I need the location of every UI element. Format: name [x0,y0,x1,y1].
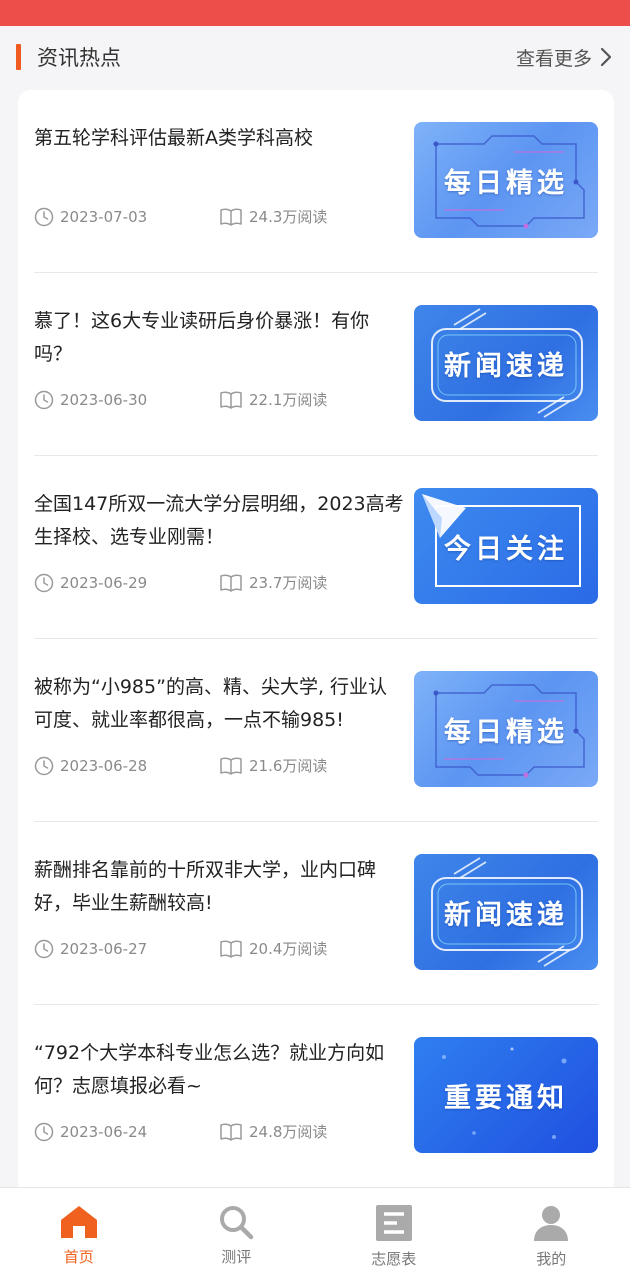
clock-icon [34,390,54,409]
book-icon [220,940,242,958]
tab-label: 我的 [536,1250,567,1268]
clock-icon [34,207,54,226]
news-date-wrap: 2023-06-28 [34,756,219,776]
news-reads-wrap: 24.8万阅读 [219,1121,327,1142]
news-reads: 22.1万阅读 [249,391,328,409]
news-date-wrap: 2023-06-27 [34,939,219,959]
news-title: 被称为“小985”的高、精、尖大学, 行业认可度、就业率都很高，一点不输985! [34,676,388,731]
bottom-tab-bar: 首页 测评 志愿表 我的 [0,1187,630,1280]
news-reads: 23.7万阅读 [249,574,328,592]
tab-user[interactable]: 我的 [473,1188,630,1280]
book-icon [220,208,242,226]
thumbnail-text: 今日关注 [444,533,568,565]
news-item[interactable]: 被称为“小985”的高、精、尖大学, 行业认可度、就业率都很高，一点不输985!… [34,639,598,822]
news-date-wrap: 2023-06-29 [34,573,219,593]
news-date: 2023-06-30 [60,390,148,409]
news-card: 第五轮学科评估最新A类学科高校 2023-07-03 24.3万阅读 每日精选 慕了！这… [18,90,614,1210]
news-date-wrap: 2023-07-03 [34,207,219,227]
section-title-wrap: 资讯热点 [16,42,121,72]
news-meta: 2023-06-28 21.6万阅读 [34,755,327,776]
thumbnail-text: 新闻速递 [444,899,568,931]
book-icon [220,1123,242,1141]
user-icon [534,1206,569,1241]
news-date-wrap: 2023-06-24 [34,1122,219,1142]
form-icon [375,1205,412,1241]
clock-icon [34,1122,54,1141]
news-title: 第五轮学科评估最新A类学科高校 [34,127,313,149]
news-meta: 2023-06-24 24.8万阅读 [34,1121,327,1142]
news-thumbnail[interactable]: 新闻速递 [414,305,598,421]
section-title: 资讯热点 [37,46,121,70]
news-reads-wrap: 20.4万阅读 [219,938,327,959]
tab-label: 测评 [221,1248,252,1266]
news-reads-wrap: 24.3万阅读 [219,206,327,227]
clock-icon [34,573,54,592]
news-item[interactable]: “792个大学本科专业怎么选？就业方向如何？志愿填报必看~ 2023-06-24 2… [34,1005,598,1188]
news-meta: 2023-06-29 23.7万阅读 [34,572,327,593]
tab-label: 首页 [63,1248,94,1266]
view-more-label: 查看更多 [515,47,592,70]
tab-label: 志愿表 [371,1250,417,1268]
chevron-right-icon [600,47,612,67]
news-item[interactable]: 薪酬排名靠前的十所双非大学，业内口碑好，毕业生薪酬较高! 2023-06-27 20… [34,822,598,1005]
news-reads-wrap: 21.6万阅读 [219,755,327,776]
news-date: 2023-06-24 [60,1122,148,1141]
news-item[interactable]: 全国147所双一流大学分层明细，2023高考生择校、选专业刚需！ 2023-06-… [34,456,598,639]
news-title: “792个大学本科专业怎么选？就业方向如何？志愿填报必看~ [34,1042,385,1097]
news-date-wrap: 2023-06-30 [34,390,219,410]
news-meta: 2023-07-03 24.3万阅读 [34,206,327,227]
news-reads-wrap: 23.7万阅读 [219,572,327,593]
news-date: 2023-06-29 [60,573,148,592]
clock-icon [34,939,54,958]
status-bar [0,0,630,26]
news-reads: 21.6万阅读 [249,757,328,775]
thumbnail-text: 每日精选 [444,716,568,748]
news-reads: 24.3万阅读 [249,208,328,226]
tab-home[interactable]: 首页 [0,1188,158,1280]
news-date: 2023-07-03 [60,207,148,226]
clock-icon [34,756,54,775]
news-title: 薪酬排名靠前的十所双非大学，业内口碑好，毕业生薪酬较高! [34,859,377,914]
news-reads: 24.8万阅读 [249,1123,328,1141]
book-icon [220,574,242,592]
news-title: 慕了！这6大专业读研后身价暴涨！有你吗？ [34,310,370,365]
thumbnail-text: 每日精选 [444,167,568,199]
news-thumbnail[interactable]: 每日精选 [414,671,598,787]
news-meta: 2023-06-27 20.4万阅读 [34,938,327,959]
book-icon [220,757,242,775]
search-icon [220,1206,254,1240]
news-thumbnail[interactable]: 今日关注 [414,488,598,604]
news-list: 第五轮学科评估最新A类学科高校 2023-07-03 24.3万阅读 每日精选 慕了！这… [18,90,614,1188]
news-title: 全国147所双一流大学分层明细，2023高考生择校、选专业刚需！ [34,493,404,548]
accent-bar [16,44,21,70]
view-more-link[interactable]: 查看更多 [516,44,612,71]
news-reads: 20.4万阅读 [249,940,328,958]
news-item[interactable]: 第五轮学科评估最新A类学科高校 2023-07-03 24.3万阅读 每日精选 [34,90,598,273]
thumbnail-text: 重要通知 [444,1082,568,1114]
home-icon [60,1206,97,1238]
news-date: 2023-06-27 [60,939,148,958]
news-thumbnail[interactable]: 重要通知 [414,1037,598,1153]
thumbnail-text: 新闻速递 [444,350,568,382]
news-item[interactable]: 慕了！这6大专业读研后身价暴涨！有你吗？ 2023-06-30 22.1万阅读 新闻速… [34,273,598,456]
news-thumbnail[interactable]: 新闻速递 [414,854,598,970]
news-date: 2023-06-28 [60,756,148,775]
book-icon [220,391,242,409]
section-header: 资讯热点 查看更多 [0,26,630,88]
news-thumbnail[interactable]: 每日精选 [414,122,598,238]
tab-search[interactable]: 测评 [158,1188,316,1280]
news-meta: 2023-06-30 22.1万阅读 [34,389,327,410]
news-reads-wrap: 22.1万阅读 [219,389,327,410]
tab-form[interactable]: 志愿表 [315,1188,473,1280]
